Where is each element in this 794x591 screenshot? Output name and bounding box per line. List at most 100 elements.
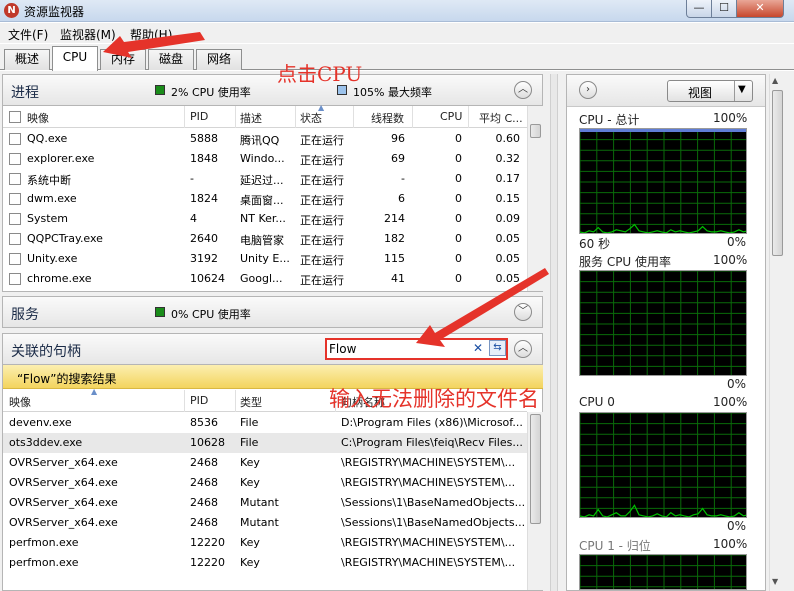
process-row[interactable]: explorer.exe 1848 Windo... 正在运行 69 0 0.32	[3, 149, 527, 169]
close-button[interactable]: ✕	[736, 0, 784, 18]
handle-row[interactable]: OVRServer_x64.exe 2468 Key \REGISTRY\MACHIN…	[3, 453, 527, 473]
processes-header[interactable]: 进程 2% CPU 使用率 105% 最大频率 ︿	[2, 74, 543, 106]
process-description: Windo...	[240, 152, 285, 165]
handle-pid: 12220	[190, 536, 225, 549]
process-cpu: 0	[455, 232, 462, 245]
handle-row[interactable]: perfmon.exe 12220 Key \REGISTRY\MACHINE\SYS…	[3, 533, 527, 553]
col-status[interactable]: 状态	[300, 110, 322, 126]
tab-cpu[interactable]: CPU	[52, 46, 98, 71]
col-divider	[412, 106, 413, 128]
process-pid: 3192	[190, 252, 218, 265]
process-row[interactable]: QQPCTray.exe 2640 电脑管家 正在运行 182 0 0.05	[3, 229, 527, 249]
process-row[interactable]: System 4 NT Ker... 正在运行 214 0 0.09	[3, 209, 527, 229]
tab-network[interactable]: 网络	[196, 49, 242, 70]
window-scrollbar[interactable]: ▲ ▼	[769, 74, 785, 591]
tab-memory[interactable]: 内存	[100, 49, 146, 70]
scrollbar-thumb[interactable]	[530, 124, 541, 138]
menu-monitor[interactable]: 监视器(M)	[60, 26, 116, 43]
process-row[interactable]: Unity.exe 3192 Unity E... 正在运行 115 0 0.05	[3, 249, 527, 269]
process-description: 延迟过...	[240, 174, 284, 187]
handle-name: \REGISTRY\MACHINE\SYSTEM\...	[341, 556, 516, 569]
search-input[interactable]	[329, 341, 469, 357]
process-row[interactable]: 系统中断 - 延迟过... 正在运行 - 0 0.17	[3, 169, 527, 189]
scroll-down-icon[interactable]: ▼	[772, 577, 778, 586]
col-pid[interactable]: PID	[190, 394, 208, 407]
handles-header[interactable]: 关联的句柄 ✕ ⇆ ︿	[2, 333, 543, 365]
col-image[interactable]: 映像	[9, 394, 31, 410]
process-checkbox[interactable]	[9, 193, 21, 205]
handle-row[interactable]: OVRServer_x64.exe 2468 Mutant \Sessions\1\B…	[3, 493, 527, 513]
handle-name: D:\Program Files (x86)\Microsof...	[341, 416, 523, 429]
splitter-track[interactable]	[550, 74, 558, 591]
cpu-0-graph-min: 0%	[727, 519, 747, 533]
minimize-button[interactable]: —	[686, 0, 712, 18]
process-avg-cpu: 0.15	[495, 192, 521, 205]
col-avg-cpu[interactable]: 平均 C...	[479, 110, 523, 126]
cpu-usage-legend-swatch	[155, 85, 165, 95]
processes-scrollbar[interactable]	[527, 106, 543, 291]
col-cpu[interactable]: CPU	[440, 110, 462, 123]
collapse-handles-button[interactable]: ︿	[514, 340, 532, 358]
process-row[interactable]: QQ.exe 5888 腾讯QQ 正在运行 96 0 0.60	[3, 129, 527, 149]
process-checkbox[interactable]	[9, 133, 21, 145]
scrollbar-thumb[interactable]	[772, 90, 783, 256]
process-checkbox[interactable]	[9, 253, 21, 265]
handle-row[interactable]: OVRServer_x64.exe 2468 Mutant \Sessions\1\B…	[3, 513, 527, 533]
process-checkbox[interactable]	[9, 233, 21, 245]
process-cpu: 0	[455, 252, 462, 265]
expand-services-button[interactable]: ﹀	[514, 303, 532, 321]
services-cpu-graph-title: 服务 CPU 使用率	[579, 255, 672, 269]
col-image[interactable]: 映像	[27, 110, 49, 126]
col-divider	[184, 106, 185, 128]
cpu-total-graph-max: 100%	[713, 111, 748, 125]
handle-pid: 12220	[190, 556, 225, 569]
pane-splitter	[548, 74, 560, 591]
cpu-1-graph-max: 100%	[713, 537, 748, 551]
col-pid[interactable]: PID	[190, 110, 208, 123]
processes-grid-header: 映像 PID 描述 状态 ▲ 线程数 CPU 平均 C...	[3, 103, 527, 128]
menu-bar: 文件(F) 监视器(M) 帮助(H)	[0, 23, 794, 43]
process-checkbox[interactable]	[9, 173, 21, 185]
process-checkbox[interactable]	[9, 153, 21, 165]
scroll-up-icon[interactable]: ▲	[772, 76, 778, 85]
menu-file[interactable]: 文件(F)	[8, 26, 48, 43]
handle-type: Key	[240, 476, 260, 489]
graph-pane-header: › 视图 ▼	[567, 75, 765, 107]
process-image: System	[27, 212, 69, 225]
maximize-button[interactable]: ☐	[711, 0, 737, 18]
col-divider	[353, 106, 354, 128]
handles-scrollbar[interactable]	[527, 412, 543, 590]
search-box-highlight: ✕ ⇆	[325, 338, 508, 360]
scrollbar-thumb[interactable]	[530, 414, 541, 524]
col-description[interactable]: 描述	[240, 110, 262, 126]
process-checkbox[interactable]	[9, 213, 21, 225]
handle-row[interactable]: OVRServer_x64.exe 2468 Key \REGISTRY\MACHIN…	[3, 473, 527, 493]
handle-image: OVRServer_x64.exe	[9, 456, 118, 469]
cpu-0-graph-max: 100%	[713, 395, 748, 409]
process-row[interactable]: chrome.exe 10624 Googl... 正在运行 41 0 0.05	[3, 269, 527, 289]
col-type[interactable]: 类型	[240, 394, 262, 410]
select-all-checkbox[interactable]	[9, 111, 21, 123]
refresh-search-icon[interactable]: ⇆	[489, 340, 506, 356]
handle-row[interactable]: devenv.exe 8536 File D:\Program Files (x86)…	[3, 413, 527, 433]
services-header[interactable]: 服务 0% CPU 使用率 ﹀	[2, 296, 543, 328]
view-dropdown[interactable]: 视图 ▼	[667, 80, 753, 102]
collapse-processes-button[interactable]: ︿	[514, 81, 532, 99]
tab-overview[interactable]: 概述	[4, 49, 50, 70]
handle-image: perfmon.exe	[9, 536, 79, 549]
collapse-graphs-button[interactable]: ›	[579, 81, 597, 99]
col-threads[interactable]: 线程数	[371, 110, 404, 126]
process-cpu: 0	[455, 212, 462, 225]
cpu-total-graph-title: CPU - 总计	[579, 113, 640, 127]
process-description: 腾讯QQ	[240, 134, 280, 147]
handle-row[interactable]: ots3ddev.exe 10628 File C:\Program Files\fe…	[3, 433, 527, 453]
process-row[interactable]: dwm.exe 1824 桌面窗... 正在运行 6 0 0.15	[3, 189, 527, 209]
process-checkbox[interactable]	[9, 273, 21, 285]
processes-grid: 映像 PID 描述 状态 ▲ 线程数 CPU 平均 C... QQ.exe 588…	[2, 103, 543, 292]
tab-disk[interactable]: 磁盘	[148, 49, 194, 70]
handle-pid: 2468	[190, 516, 218, 529]
sort-arrow-icon: ▲	[91, 387, 98, 396]
handle-row[interactable]: perfmon.exe 12220 Key \REGISTRY\MACHINE\SYS…	[3, 553, 527, 573]
clear-search-icon[interactable]: ✕	[473, 341, 483, 355]
menu-help[interactable]: 帮助(H)	[130, 26, 172, 43]
